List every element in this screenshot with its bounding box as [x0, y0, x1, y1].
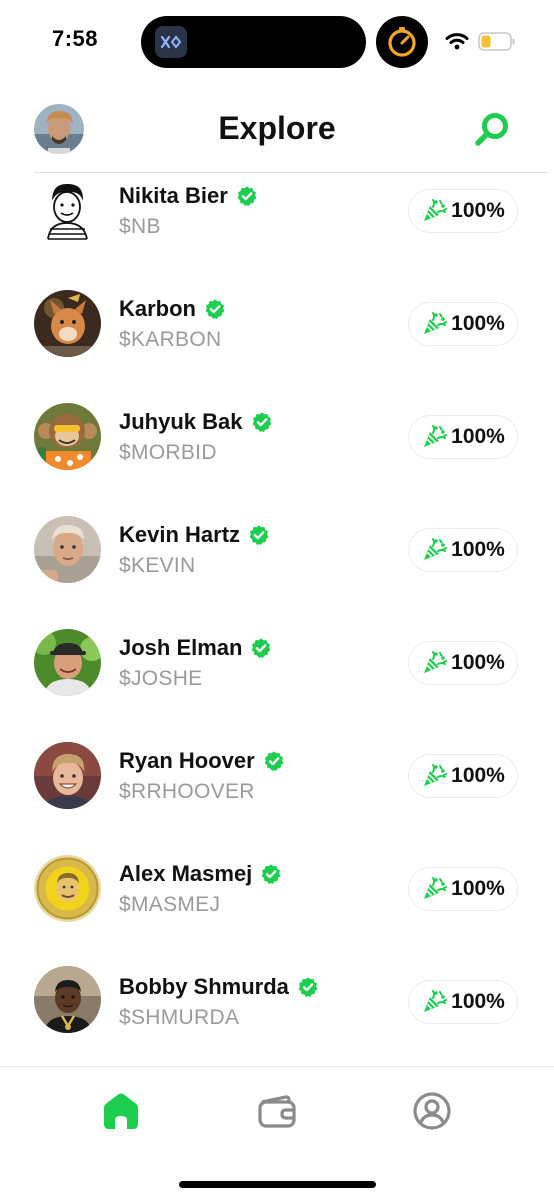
trade-pill[interactable]: 100% [408, 415, 518, 459]
creator-name-line: Karbon [119, 296, 226, 322]
creator-name-line: Josh Elman [119, 635, 272, 661]
wallet-icon [258, 1095, 296, 1128]
trade-pill[interactable]: 100% [408, 302, 518, 346]
percent-value: 100% [451, 425, 505, 448]
creator-row[interactable]: Juhyuk Bak $MORBID 100% [0, 399, 554, 511]
verified-badge-icon [249, 525, 269, 545]
verified-badge-icon [205, 299, 225, 319]
verified-badge-icon [298, 977, 318, 997]
home-icon [104, 1093, 138, 1129]
creator-avatar [34, 855, 101, 922]
party-popper-icon [424, 425, 448, 447]
battery-icon [478, 32, 516, 56]
trade-pill[interactable]: 100% [408, 867, 518, 911]
live-activity-app-icon [155, 26, 187, 58]
creator-name: Nikita Bier [119, 183, 228, 208]
party-popper-icon [424, 199, 448, 221]
creator-row[interactable]: Kevin Hartz $KEVIN 100% [0, 512, 554, 624]
party-popper-icon [424, 990, 448, 1012]
percent-value: 100% [451, 764, 505, 787]
verified-badge-icon [264, 751, 284, 771]
percent-value: 100% [451, 651, 505, 674]
verified-badge-icon [252, 412, 271, 432]
status-time: 7:58 [52, 26, 99, 51]
creator-name-line: Kevin Hartz [119, 522, 270, 548]
creator-name-line: Bobby Shmurda [119, 974, 319, 1000]
creator-avatar [34, 629, 101, 696]
percent-value: 100% [451, 312, 505, 335]
verified-badge-icon [261, 864, 281, 884]
creator-row[interactable]: Ryan Hoover $RRHOOVER 100% [0, 738, 554, 850]
creator-name: Kevin Hartz [119, 522, 241, 547]
home-indicator[interactable] [179, 1181, 376, 1188]
tab-profile[interactable] [410, 1089, 454, 1133]
creator-ticker: $JOSHE [119, 667, 203, 690]
creator-ticker: $KEVIN [119, 554, 196, 577]
creator-ticker: $RRHOOVER [119, 780, 255, 803]
creator-list[interactable]: Nikita Bier $NB 100% Karbon $KARBON 100%… [0, 173, 554, 1065]
header: Explore [0, 100, 554, 172]
search-button[interactable] [470, 108, 514, 152]
percent-value: 100% [451, 199, 505, 222]
creator-row[interactable]: Karbon $KARBON 100% [0, 286, 554, 398]
trade-pill[interactable]: 100% [408, 980, 518, 1024]
creator-avatar [34, 516, 101, 583]
percent-value: 100% [451, 990, 505, 1013]
verified-badge-icon [237, 186, 257, 206]
tab-wallet[interactable] [255, 1089, 299, 1133]
creator-name: Ryan Hoover [119, 748, 255, 773]
creator-avatar [34, 179, 101, 246]
wifi-icon [445, 32, 469, 55]
creator-row[interactable]: Alex Masmej $MASMEJ 100% [0, 851, 554, 963]
party-popper-icon [424, 312, 448, 334]
creator-ticker: $MORBID [119, 441, 217, 464]
creator-row[interactable]: Bobby Shmurda $SHMURDA 100% [0, 964, 554, 1065]
creator-ticker: $MASMEJ [119, 893, 221, 916]
percent-value: 100% [451, 877, 505, 900]
creator-name: Juhyuk Bak [119, 409, 243, 434]
verified-badge-icon [252, 638, 271, 658]
creator-avatar [34, 742, 101, 809]
party-popper-icon [424, 764, 448, 786]
creator-name-line: Alex Masmej [119, 861, 282, 887]
creator-ticker: $NB [119, 215, 161, 238]
trade-pill[interactable]: 100% [408, 754, 518, 798]
creator-avatar [34, 966, 101, 1033]
trade-pill[interactable]: 100% [408, 189, 518, 233]
creator-name-line: Juhyuk Bak [119, 409, 273, 435]
creator-avatar [34, 290, 101, 357]
dynamic-island[interactable] [141, 16, 366, 68]
tab-bar [0, 1067, 554, 1157]
search-icon [475, 113, 508, 146]
creator-ticker: $SHMURDA [119, 1006, 240, 1029]
party-popper-icon [424, 877, 448, 899]
creator-row[interactable]: Josh Elman $JOSHE 100% [0, 625, 554, 737]
percent-value: 100% [451, 538, 505, 561]
creator-name: Karbon [119, 296, 196, 321]
trade-pill[interactable]: 100% [408, 528, 518, 572]
profile-icon [413, 1092, 451, 1130]
creator-name: Alex Masmej [119, 861, 253, 886]
status-bar: 7:58 [0, 0, 554, 86]
creator-ticker: $KARBON [119, 328, 222, 351]
creator-avatar [34, 403, 101, 470]
creator-name: Josh Elman [119, 635, 243, 660]
trade-pill[interactable]: 100% [408, 641, 518, 685]
creator-row[interactable]: Nikita Bier $NB 100% [0, 173, 554, 285]
timer-icon[interactable] [376, 16, 428, 68]
creator-name: Bobby Shmurda [119, 974, 289, 999]
tab-home[interactable] [99, 1089, 143, 1133]
party-popper-icon [424, 651, 448, 673]
creator-name-line: Nikita Bier [119, 183, 258, 209]
creator-name-line: Ryan Hoover [119, 748, 285, 774]
party-popper-icon [424, 538, 448, 560]
